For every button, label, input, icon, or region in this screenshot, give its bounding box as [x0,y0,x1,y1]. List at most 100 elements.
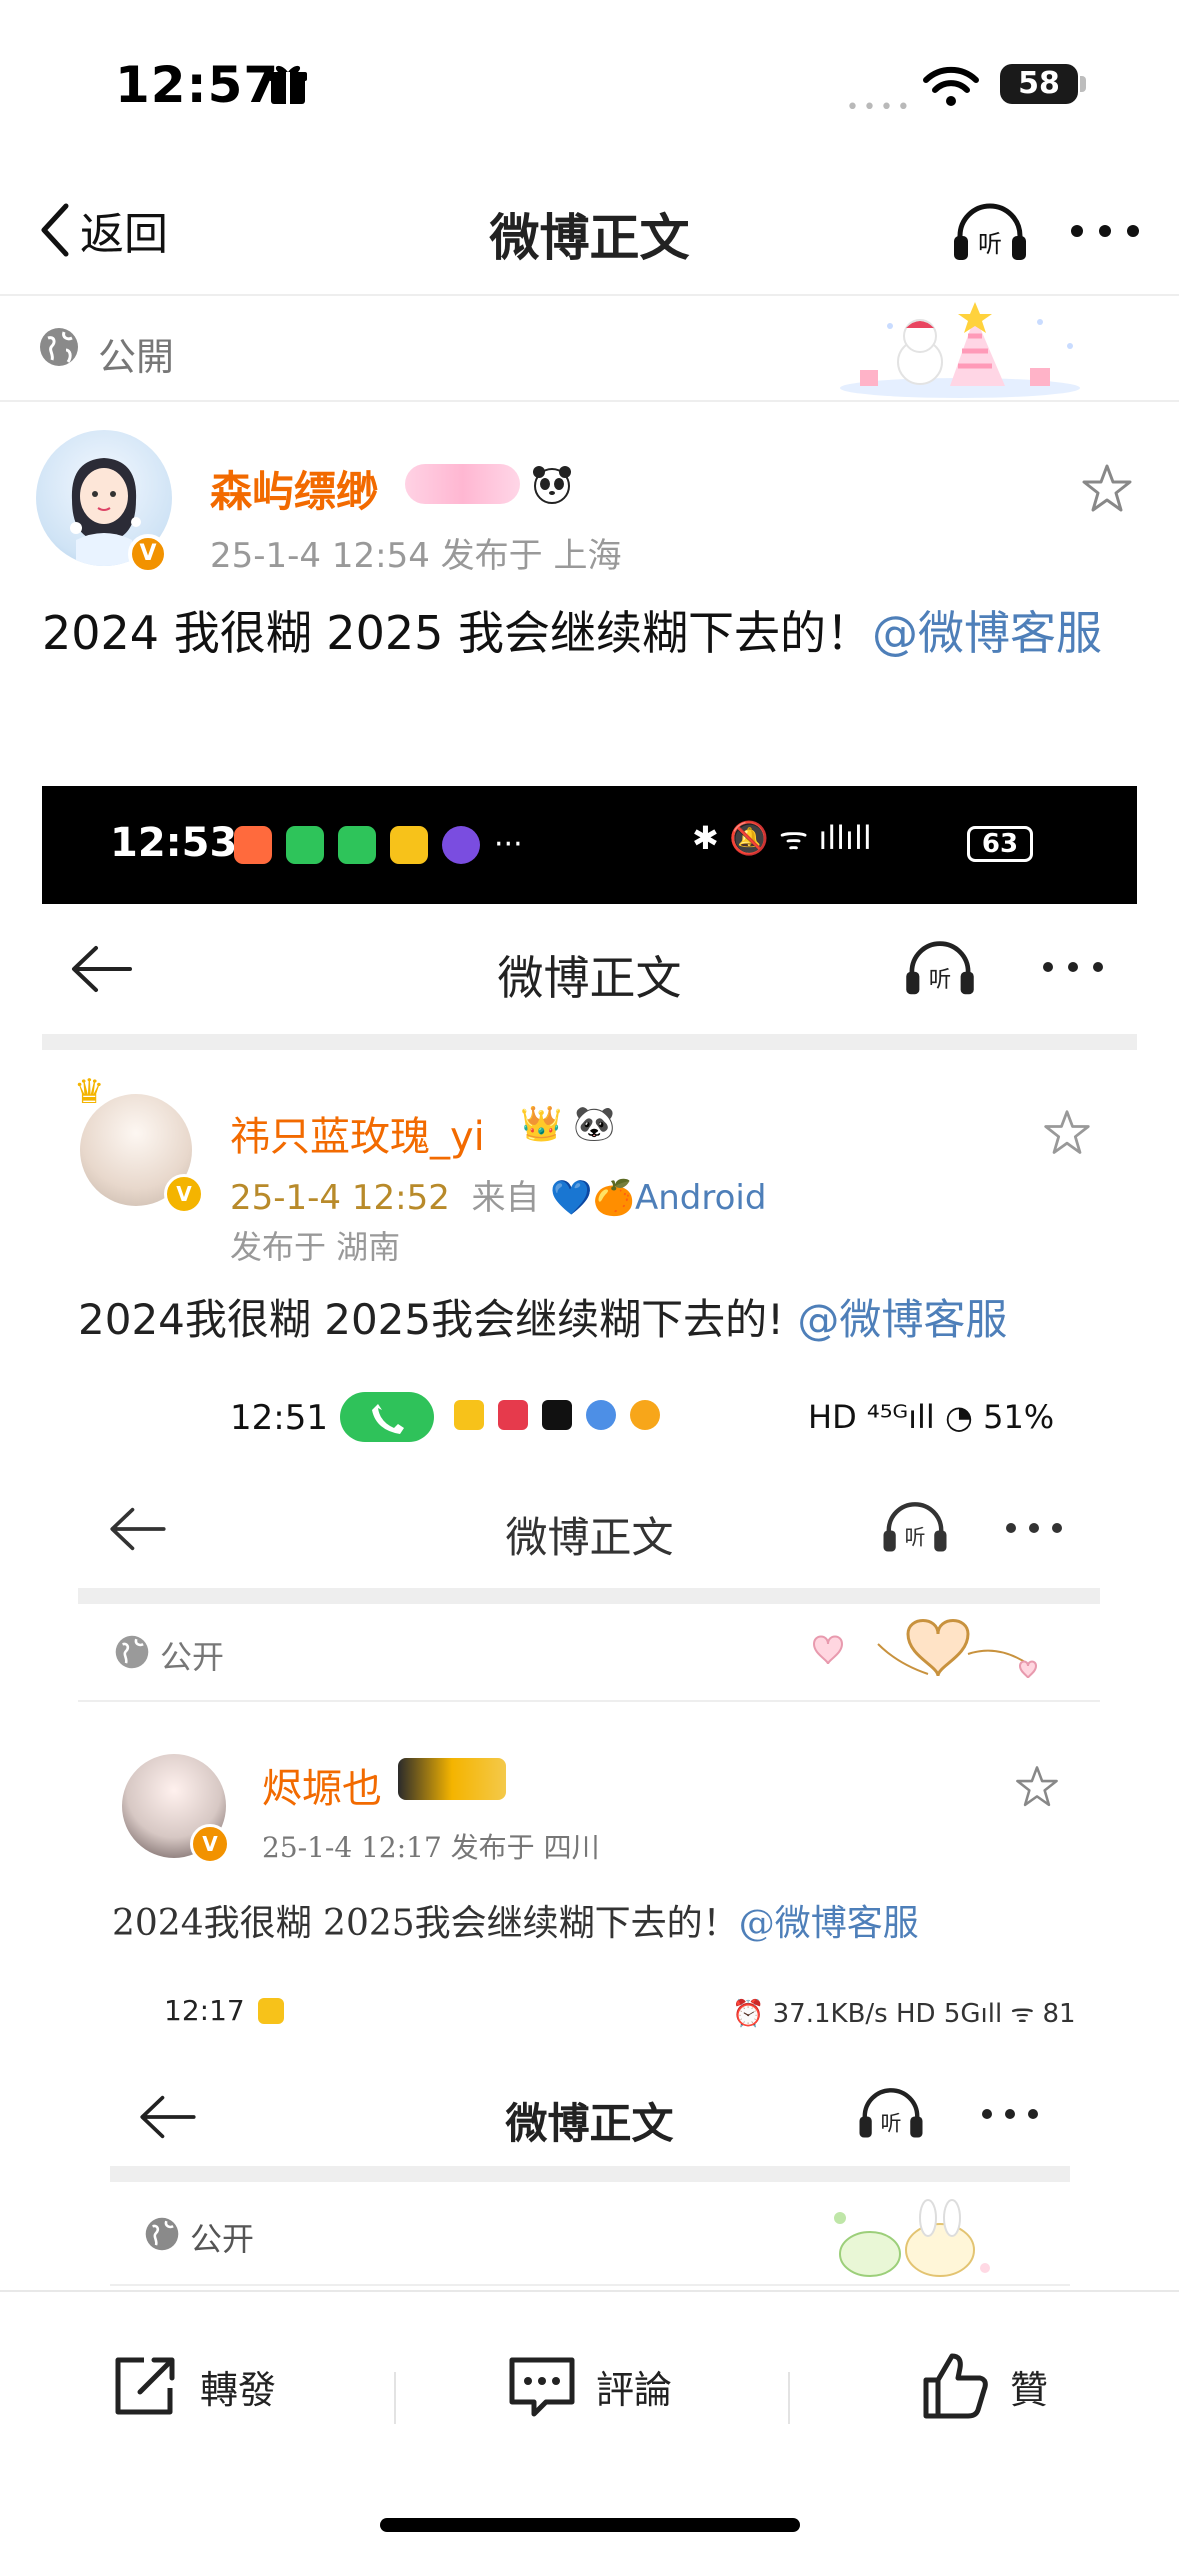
repost-icon [115,2357,175,2415]
nested3-nav-bar: 微博正文 听 [42,2052,1137,2172]
globe-icon [145,2217,179,2251]
wechat-icon [338,826,376,864]
nested-date: 25-1-4 12:52 [230,1178,450,1218]
nested2-nav-bar: 微博正文 听 [42,1466,1137,1586]
repost-button[interactable]: 轉發 [110,2346,276,2426]
page-title: 微博正文 [489,209,690,267]
star-icon [1016,1766,1058,1807]
nested-username: 祎只蓝玫瑰_yi [230,1114,485,1160]
nested2-post-body: 2024我很糊 2025我会继续糊下去的！ [112,1903,739,1944]
nested2-app-icons [454,1400,660,1430]
nested-status-bar: 12:53 ··· ✱ 🔕 ᯤ ıllıll 63 [42,786,1137,904]
nested2-title: 微博正文 [505,1513,674,1562]
divider [788,2372,790,2424]
bunny-sticker-decoration [834,2199,990,2277]
nested-from-label: 来自 [471,1178,540,1218]
divider [394,2372,396,2424]
nested-battery: 63 [967,826,1033,862]
nested-nav-bar: 微博正文 听 [42,904,1137,1034]
nested-app-icons: ··· [234,826,523,864]
nested2-meta: 25-1-4 12:17 发布于 四川 [262,1831,600,1864]
store-icon [498,1400,528,1430]
crown-icon: ♛ [74,1072,105,1112]
hearts-sticker-decoration [812,1619,1038,1679]
listen-headphones-icon[interactable]: 听 [950,200,1030,264]
verified-badge-icon: V [164,1174,204,1214]
phone-call-pill-icon [340,1392,434,1442]
more-icon [1043,962,1103,972]
post-body: 2024 我很糊 2025 我会继续糊下去的！ [42,606,872,660]
member-pill-badge[interactable] [405,464,520,504]
weibo-icon [258,1998,284,2024]
nested-mention: @微博客服 [797,1295,1008,1344]
home-indicator[interactable] [380,2518,800,2532]
app-icon [442,826,480,864]
app-icon [586,1400,616,1430]
nested-post-body: 2024我很糊 2025我会继续糊下去的! [78,1295,798,1344]
nested-name-badges: 👑 🐼 [520,1104,616,1144]
username-badges [405,462,574,506]
post-meta: 25-1-4 12:54 发布于 上海 [210,536,622,576]
app-icon [630,1400,660,1430]
nested2-mention: @微博客服 [738,1903,919,1944]
back-button[interactable]: 返回 [36,198,168,262]
more-icon[interactable] [1065,216,1145,246]
nested2-status-bar: 12:51 HD ⁴⁵ᴳıll ◔ 51% [42,1376,1137,1466]
status-time: 12:57 [115,56,280,114]
battery-cap [1080,76,1086,92]
like-label: 贊 [1010,2367,1049,2412]
nested3-status-indicators: ⏰ 37.1KB/s HD 5Gıll ᯤ 81 [732,1999,1076,2029]
nested3-title: 微博正文 [505,2099,674,2148]
app-icon [234,826,272,864]
comment-button[interactable]: 評論 [506,2346,672,2426]
nested2-status-time: 12:51 [230,1398,328,1438]
listen-headphones-icon: 听 [859,2088,923,2138]
nested2-post-text: 2024我很糊 2025我会继续糊下去的！@微博客服 [112,1894,919,1946]
svg-text:听: 听 [881,2112,902,2136]
more-notifications-icon: ··· [494,827,523,862]
divider [0,400,1179,402]
like-icon [923,2353,988,2419]
svg-text:听: 听 [929,967,952,993]
nested2-divider [78,1588,1100,1604]
visibility-row: 公開 [0,296,1179,400]
nested3-status-time: 12:17 [164,1994,245,2027]
member-level-badge [398,1758,506,1800]
nested3-visibility-label: 公开 [190,2220,255,2258]
svg-text:听: 听 [905,1526,926,1550]
status-bar: 12:57 •••• 58 [0,0,1179,160]
comment-icon [509,2357,575,2417]
back-chevron-icon [41,203,69,257]
back-label: 返回 [80,209,168,260]
nested3-visibility-row: 公开 [110,2182,1070,2286]
weibo-icon [454,1400,484,1430]
post-image[interactable]: 12:53 ··· ✱ 🔕 ᯤ ıllıll 63 微博正文 听 ♛ V 祎只蓝… [42,786,1137,2286]
nested-status-indicators: ✱ 🔕 ᯤ ıllıll [692,819,872,857]
nested-post-text: 2024我很糊 2025我会继续糊下去的! @微博客服 [78,1286,1007,1347]
globe-icon [115,1635,149,1669]
more-icon [1006,1523,1062,1533]
post-username[interactable]: 森屿缥缈 [210,458,378,519]
signal-dots: •••• [846,95,914,120]
nested-divider [42,1034,1137,1050]
mention-link[interactable]: @微博客服 [872,606,1102,660]
tiktok-icon [542,1400,572,1430]
nav-bar: 返回 微博正文 听 [0,170,1179,290]
post-header: V 森屿缥缈 25-1-4 12:54 发布于 上海 [0,420,1179,590]
listen-headphones-icon: 听 [906,941,974,995]
nested2-visibility-label: 公开 [160,1638,225,1676]
repost-label: 轉發 [200,2367,277,2412]
nested2-status-indicators: HD ⁴⁵ᴳıll ◔ 51% [808,1398,1055,1436]
nested3-status-bar: 12:17 ⏰ 37.1KB/s HD 5Gıll ᯤ 81 [42,1982,1137,2052]
more-icon [982,2109,1038,2119]
weibo-icon [390,826,428,864]
star-icon[interactable] [1080,462,1134,516]
nested2-username: 烬塬也 [262,1766,382,1812]
wechat-icon [286,826,324,864]
listen-headphones-icon: 听 [883,1502,947,1552]
panda-icon [533,466,571,504]
nested-location: 发布于 湖南 [230,1228,401,1266]
like-button[interactable]: 贊 [920,2346,1048,2426]
globe-icon [40,328,78,366]
comment-label: 評論 [596,2367,673,2412]
